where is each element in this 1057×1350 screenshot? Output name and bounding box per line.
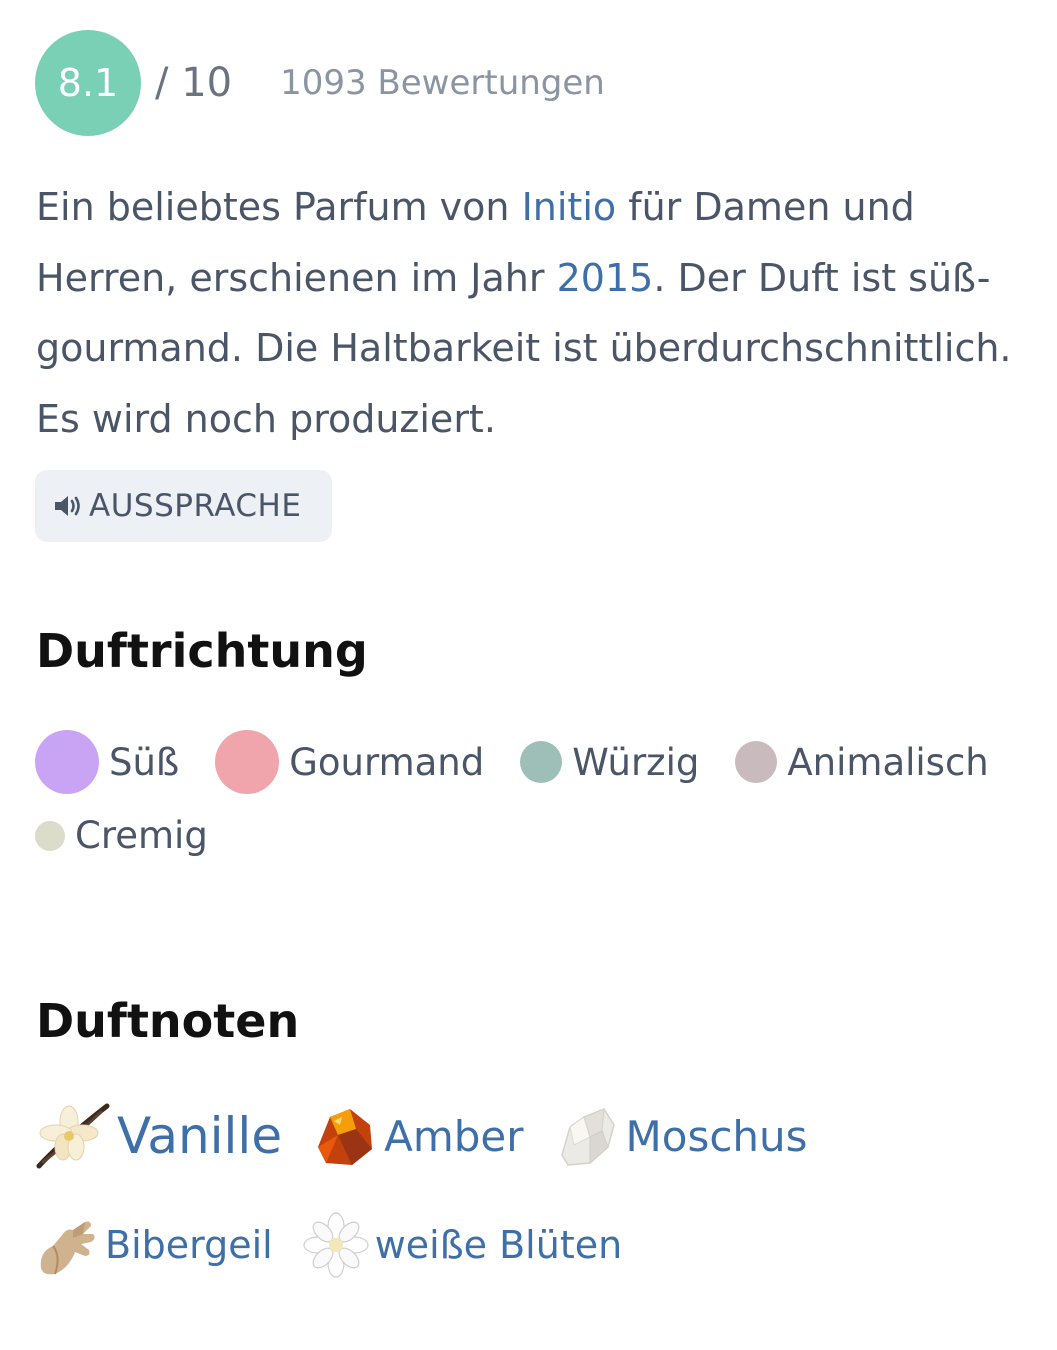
description-text-1: Ein beliebtes Parfum von: [36, 185, 522, 229]
amber-icon: [318, 1109, 373, 1165]
speaker-icon: [55, 496, 80, 516]
note-item[interactable]: Vanille: [33, 1100, 282, 1172]
note-label: weiße Blüten: [374, 1223, 623, 1267]
pronunciation-label: AUSSPRACHE: [89, 488, 302, 524]
note-item[interactable]: weiße Blüten: [303, 1212, 622, 1278]
note-label: Vanille: [117, 1107, 283, 1165]
vanilla-icon: [36, 1103, 110, 1169]
accord-dot: [35, 820, 65, 851]
accord-item[interactable]: Würzig: [520, 741, 699, 784]
rating-count[interactable]: 1093 Bewertungen: [280, 63, 605, 103]
notes-row-1: Vanille Amber Moschus: [33, 1100, 838, 1172]
accord-dot: [520, 741, 563, 783]
accord-dot: [735, 741, 778, 783]
note-label: Bibergeil: [105, 1223, 273, 1267]
accords-row-2: Cremig: [35, 814, 244, 857]
note-label: Amber: [384, 1111, 524, 1161]
accords-row-1: Süß Gourmand Würzig Animalisch: [35, 730, 1025, 794]
rating-summary: 8.1 / 10 1093 Bewertungen: [35, 30, 605, 136]
accord-label: Süß: [109, 740, 180, 784]
note-item[interactable]: Bibergeil: [33, 1212, 273, 1278]
musk-icon: [560, 1108, 615, 1166]
year-link[interactable]: 2015: [557, 256, 654, 300]
notes-row-2: Bibergeil weiße Blüten: [33, 1212, 652, 1278]
accord-dot: [35, 730, 99, 794]
accord-label: Gourmand: [289, 740, 485, 784]
note-item[interactable]: Moschus: [554, 1103, 808, 1169]
accord-label: Animalisch: [787, 740, 989, 784]
note-item[interactable]: Amber: [312, 1103, 524, 1169]
accord-label: Würzig: [572, 740, 700, 784]
accord-item[interactable]: Gourmand: [215, 730, 484, 794]
brand-link[interactable]: Initio: [522, 185, 617, 229]
note-label: Moschus: [625, 1111, 808, 1161]
rating-scale: / 10: [155, 60, 233, 106]
accord-label: Cremig: [75, 814, 208, 857]
accord-item[interactable]: Animalisch: [735, 740, 989, 784]
notes-heading: Duftnoten: [36, 994, 300, 1048]
accords-heading: Duftrichtung: [36, 624, 368, 678]
perfume-description: Ein beliebtes Parfum von Initio für Dame…: [36, 172, 1026, 454]
accord-dot: [215, 730, 280, 794]
pronunciation-button[interactable]: AUSSPRACHE: [35, 470, 332, 542]
castoreum-icon: [40, 1221, 95, 1275]
accord-item[interactable]: Cremig: [35, 814, 208, 857]
white-flower-icon: [303, 1212, 369, 1278]
accord-item[interactable]: Süß: [35, 730, 179, 794]
rating-score-badge: 8.1: [35, 30, 141, 136]
